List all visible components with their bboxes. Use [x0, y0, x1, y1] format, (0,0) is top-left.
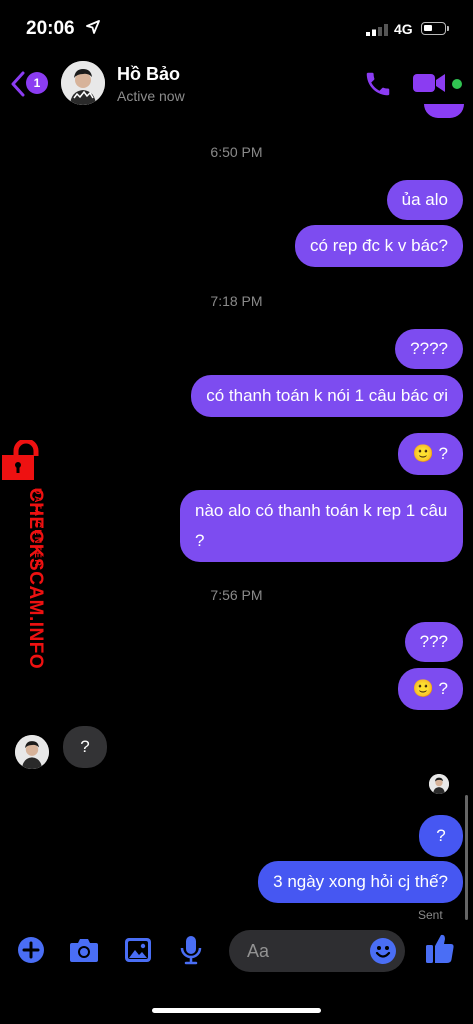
message-input-field[interactable]: Aa — [229, 930, 405, 972]
watermark-tagline: DATA CENTER — [33, 488, 43, 568]
gallery-button[interactable] — [123, 934, 153, 966]
message-bubble-sent[interactable]: 🙂 ? — [397, 668, 463, 710]
message-bubble-sent[interactable]: ???? — [395, 329, 463, 369]
contact-name[interactable]: Hồ Bảo — [117, 64, 180, 85]
thumbs-up-icon — [426, 934, 454, 963]
contact-avatar[interactable] — [61, 61, 105, 105]
scrollbar[interactable] — [465, 795, 468, 920]
timestamp: 7:18 PM — [210, 293, 263, 309]
message-bubble-sent[interactable]: nào alo có thanh toán k rep 1 câu ? — [180, 490, 463, 562]
emoji-icon[interactable] — [369, 937, 397, 965]
contact-status: Active now — [117, 88, 185, 104]
voice-button[interactable] — [176, 934, 206, 966]
message-bubble-sent[interactable]: có rep đc k v bác? — [295, 225, 463, 267]
message-bubble-received[interactable]: ? — [63, 726, 107, 768]
like-button[interactable] — [425, 932, 455, 964]
message-bubble-sent[interactable]: 🙂 ? — [397, 433, 463, 475]
camera-icon — [70, 939, 98, 962]
message-bubble-sent[interactable]: ??? — [404, 622, 463, 662]
image-icon — [125, 938, 151, 962]
message-input[interactable]: Aa — [247, 930, 269, 972]
seen-avatar — [429, 774, 449, 794]
home-indicator[interactable] — [152, 1008, 321, 1013]
message-bubble-sent[interactable]: có thanh toán k nói 1 câu bác ơi — [191, 375, 463, 417]
plus-circle-icon — [18, 937, 44, 963]
message-bubble-sent[interactable]: ? — [419, 815, 463, 857]
watermark: CHECKSCAM.INFO DATA CENTER — [2, 440, 50, 670]
unread-badge: 1 — [26, 72, 48, 94]
add-button[interactable] — [16, 934, 46, 966]
chevron-left-icon — [11, 71, 25, 97]
signal-icon — [366, 24, 388, 36]
sent-status: Sent — [418, 908, 443, 922]
timestamp: 7:56 PM — [210, 587, 263, 603]
status-time: 20:06 — [26, 18, 75, 39]
message-bubble-partial — [424, 104, 464, 118]
battery-icon — [421, 22, 449, 35]
microphone-icon — [180, 936, 202, 965]
phone-call-icon[interactable] — [363, 69, 393, 99]
location-arrow-icon — [86, 20, 100, 34]
padlock-icon — [2, 440, 39, 480]
video-call-icon[interactable] — [412, 71, 446, 95]
network-type: 4G — [394, 21, 413, 37]
timestamp: 6:50 PM — [210, 144, 263, 160]
message-bubble-sent[interactable]: 3 ngày xong hỏi cj thế? — [258, 861, 463, 903]
online-indicator — [452, 79, 462, 89]
camera-button[interactable] — [69, 934, 99, 966]
message-bubble-sent[interactable]: ủa alo — [386, 180, 463, 220]
contact-avatar-small[interactable] — [15, 735, 49, 769]
